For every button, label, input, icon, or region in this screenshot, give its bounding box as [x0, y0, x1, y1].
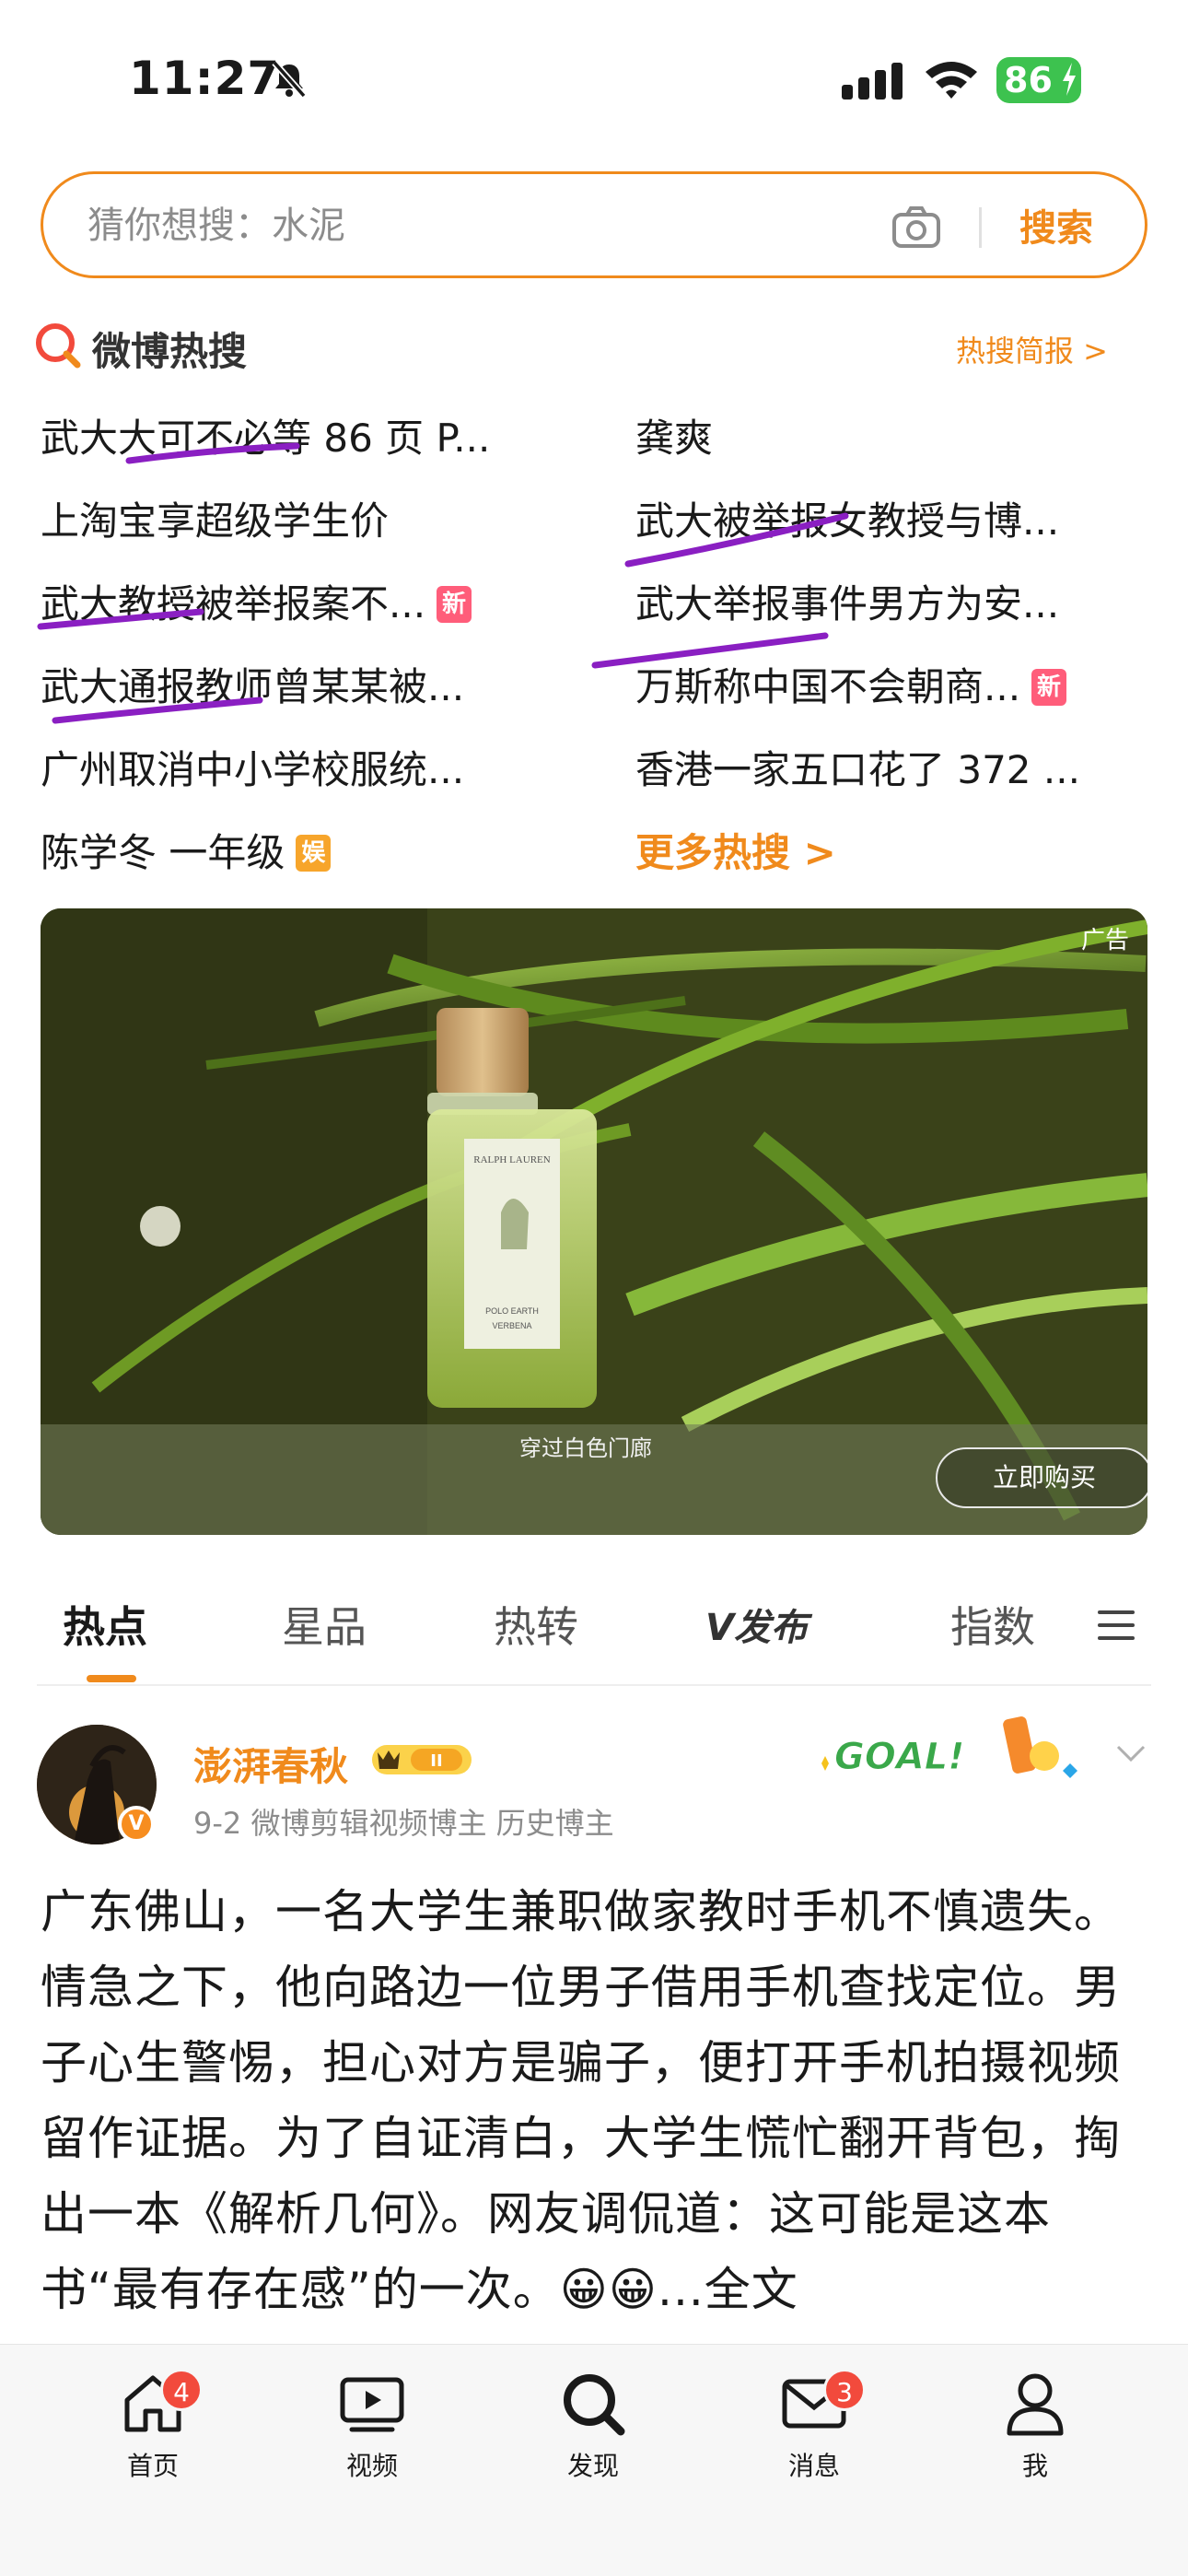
profile-icon [1007, 2373, 1064, 2436]
charging-bolt-icon [1063, 63, 1076, 96]
hot-search-item-text: 万斯称中国不会朝商... [635, 664, 1021, 709]
hot-search-item-text: 龚爽 [635, 416, 714, 461]
menu-icon[interactable] [1096, 1607, 1136, 1644]
new-badge: 新 [437, 586, 472, 623]
ad-banner[interactable]: RALPH LAUREN POLO EARTH VERBENA 广告 穿过白色门… [41, 908, 1147, 1535]
level-text: II [430, 1751, 442, 1771]
wifi-icon [926, 62, 977, 99]
tab-hot[interactable]: 热点 [63, 1594, 147, 1655]
hot-search-item[interactable]: 武大大可不必等 86 页 P... [41, 407, 490, 463]
discover-icon [564, 2374, 625, 2436]
hot-search-item-text: 上淘宝享超级学生价 [41, 498, 390, 544]
post-meta: 9-2 微博剪辑视频博主 历史博主 [193, 1806, 614, 1841]
bottle-line2: VERBENA [492, 1321, 531, 1330]
chevron-down-icon[interactable] [1114, 1743, 1147, 1765]
tab-hot-repost[interactable]: 热转 [494, 1594, 578, 1655]
entertainment-badge: 娱 [296, 835, 332, 872]
hot-search-item-text: 武大教授被举报案不... [41, 581, 426, 626]
bottle-brand: RALPH LAUREN [473, 1154, 550, 1165]
tab-star-products[interactable]: 星品 [282, 1594, 367, 1655]
nav-messages-badge: 3 [823, 2369, 866, 2411]
tab-publish[interactable]: V发布 [705, 1598, 808, 1651]
status-bar: 11:27 86 [0, 0, 1188, 157]
hot-search-item[interactable]: 龚爽 [635, 407, 713, 463]
post-body: 广东佛山，一名大学生兼职做家教时手机不慎遗失。情急之下，他向路边一位男子借用手机… [41, 1885, 1121, 2316]
hot-search-item[interactable]: 武大通报教师曾某某被... [41, 656, 464, 712]
search-divider [979, 207, 982, 248]
ad-caption: 穿过白色门廊 [519, 1435, 652, 1461]
nav-video-label: 视频 [345, 2451, 398, 2481]
nav-profile[interactable]: 我 [971, 2369, 1100, 2483]
v-logo-icon: V [705, 1607, 734, 1649]
hot-search-item[interactable]: 陈学冬 一年级娱 [41, 822, 332, 878]
hot-search-item[interactable]: 武大举报事件男方为安... [635, 573, 1059, 629]
battery-level: 86 [1004, 60, 1053, 100]
battery-indicator: 86 [996, 57, 1081, 103]
new-badge: 新 [1031, 669, 1067, 706]
hot-search-item[interactable]: 武大被举报女教授与博... [635, 490, 1059, 546]
level-badge: II [372, 1745, 472, 1774]
hot-search-item-text: 武大通报教师曾某某被... [41, 664, 465, 709]
nav-profile-label: 我 [1021, 2451, 1048, 2481]
weibo-hot-search-logo-icon [36, 323, 81, 369]
hot-search-item-text: 陈学冬 一年级 [41, 830, 285, 875]
buy-now-button[interactable]: 立即购买 [936, 1447, 1147, 1508]
hot-search-item[interactable]: 上淘宝享超级学生价 [41, 490, 389, 546]
ad-tag: 广告 [1080, 927, 1129, 954]
goal-decoration-icon: GOAL! [821, 1716, 1077, 1779]
status-time: 11:27 [129, 52, 281, 105]
goal-label: GOAL! [834, 1736, 965, 1778]
feed-tabs: 热点 星品 热转 V发布 指数 [0, 1566, 1188, 1686]
nav-messages-label: 消息 [787, 2451, 840, 2481]
post-author[interactable]: 澎湃春秋 [193, 1736, 348, 1792]
hot-search-item[interactable]: 武大教授被举报案不... 新 [41, 573, 472, 629]
nav-discover-label: 发现 [566, 2451, 619, 2481]
nav-home-label: 首页 [126, 2451, 179, 2481]
verified-badge: V [118, 1806, 155, 1843]
more-hot-search-link[interactable]: 更多热搜 > [635, 822, 836, 878]
nav-discover[interactable]: 发现 [529, 2369, 658, 2483]
active-tab-indicator [87, 1675, 136, 1682]
camera-icon[interactable] [891, 202, 942, 253]
hot-search-item[interactable]: 香港一家五口花了 372 ... [635, 739, 1080, 795]
hot-search-item-text: 武大被举报女教授与博... [635, 498, 1060, 544]
cellular-signal-icon [842, 63, 903, 100]
hot-search-item[interactable]: 广州取消中小学校服统... [41, 739, 464, 795]
search-input[interactable] [87, 196, 879, 255]
hot-search-title: 微博热搜 [92, 329, 248, 374]
hot-search-item-text: 广州取消中小学校服统... [41, 747, 465, 792]
hot-search-brief-link[interactable]: 热搜简报 > [956, 328, 1108, 370]
hot-search-item-text: 香港一家五口花了 372 ... [635, 747, 1080, 792]
search-bar[interactable]: 搜索 [41, 171, 1147, 278]
nav-home[interactable]: 首页 4 [88, 2369, 217, 2483]
tab-publish-label: 发布 [733, 1607, 808, 1649]
video-icon [340, 2377, 404, 2432]
hot-search-item-text: 武大大可不必等 86 页 P... [41, 416, 491, 461]
nav-messages[interactable]: 消息 3 [750, 2369, 879, 2483]
bottle-line1: POLO EARTH [485, 1306, 539, 1316]
tab-index[interactable]: 指数 [950, 1594, 1035, 1655]
hot-search-item-text: 武大举报事件男方为安... [635, 581, 1060, 626]
tabs-divider [37, 1684, 1151, 1686]
bell-muted-icon [272, 60, 307, 99]
bottom-nav: 首页 4 视频 发现 消息 3 我 [0, 2344, 1188, 2576]
search-button[interactable]: 搜索 [1019, 198, 1093, 252]
nav-home-badge: 4 [160, 2369, 203, 2411]
hot-search-item[interactable]: 万斯称中国不会朝商... 新 [635, 656, 1067, 712]
nav-video[interactable]: 视频 [308, 2369, 437, 2483]
